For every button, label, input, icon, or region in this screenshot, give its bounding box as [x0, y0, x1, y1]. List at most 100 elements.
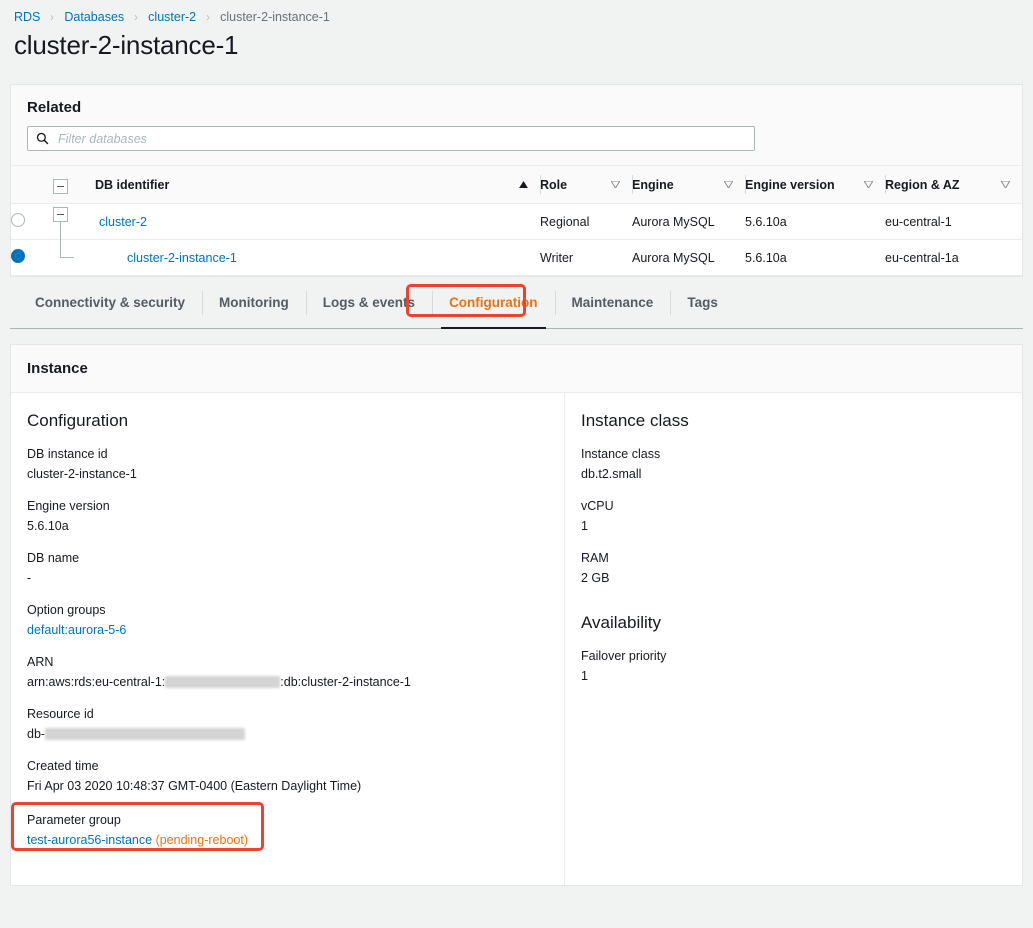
tab-connectivity-security[interactable]: Connectivity & security — [18, 288, 202, 318]
redacted-resource-id — [45, 728, 245, 740]
related-table: DB identifier Role — [11, 165, 1022, 276]
field-label: vCPU — [581, 499, 1006, 513]
breadcrumb-item-current: cluster-2-instance-1 — [220, 10, 330, 24]
field-label: Failover priority — [581, 649, 1006, 663]
field-value: 1 — [581, 519, 1006, 533]
field-value: test-aurora56-instance (pending-reboot) — [27, 833, 248, 847]
field-instance-class: Instance class db.t2.small — [581, 447, 1006, 481]
table-row[interactable]: cluster-2-instance-1 Writer Aurora MySQL… — [11, 240, 1022, 276]
th-engine-version[interactable]: Engine version — [745, 166, 885, 204]
field-label: Created time — [27, 759, 548, 773]
field-option-groups: Option groups default:aurora-5-6 — [27, 603, 548, 637]
breadcrumb-item-databases[interactable]: Databases — [64, 10, 124, 24]
row-tree-cell — [53, 240, 95, 276]
th-role[interactable]: Role — [540, 166, 632, 204]
sort-ascending-icon — [519, 181, 528, 188]
field-label: Engine version — [27, 499, 548, 513]
th-db-identifier-label: DB identifier — [95, 178, 169, 192]
sort-icon — [724, 181, 733, 188]
row-radio-selected[interactable] — [11, 249, 25, 263]
collapse-all-icon[interactable] — [53, 179, 68, 194]
related-heading: Related — [27, 99, 1006, 116]
field-value: cluster-2-instance-1 — [27, 467, 548, 481]
breadcrumb-item-rds[interactable]: RDS — [14, 10, 40, 24]
tab-configuration[interactable]: Configuration — [432, 288, 554, 318]
field-label: Option groups — [27, 603, 548, 617]
row-role: Regional — [540, 204, 632, 240]
field-value: 1 — [581, 669, 1006, 683]
field-label: RAM — [581, 551, 1006, 565]
configuration-section-title: Configuration — [27, 411, 548, 431]
field-label: Parameter group — [27, 813, 248, 827]
field-resource-id: Resource id db- — [27, 707, 548, 741]
row-region-az: eu-central-1a — [885, 240, 1022, 276]
row-radio-cell[interactable] — [11, 240, 53, 276]
db-identifier-link[interactable]: cluster-2 — [95, 215, 147, 229]
breadcrumb-separator-icon: › — [51, 10, 54, 24]
breadcrumb: RDS › Databases › cluster-2 › cluster-2-… — [0, 0, 1033, 26]
resource-id-prefix: db- — [27, 727, 45, 741]
field-value: 5.6.10a — [27, 519, 548, 533]
filter-row — [11, 126, 1022, 165]
parameter-group-status-badge: (pending-reboot) — [156, 833, 248, 847]
th-engine[interactable]: Engine — [632, 166, 745, 204]
db-identifier-link[interactable]: cluster-2-instance-1 — [95, 251, 237, 265]
tab-bar-wrapper: Connectivity & security Monitoring Logs … — [10, 277, 1023, 330]
field-label: DB name — [27, 551, 548, 565]
option-group-link[interactable]: default:aurora-5-6 — [27, 623, 126, 637]
instance-class-column: Instance class Instance class db.t2.smal… — [564, 393, 1022, 885]
th-region-az[interactable]: Region & AZ — [885, 166, 1022, 204]
tab-tags[interactable]: Tags — [670, 288, 735, 318]
row-engine-version: 5.6.10a — [745, 240, 885, 276]
field-label: Instance class — [581, 447, 1006, 461]
th-db-identifier[interactable]: DB identifier — [95, 166, 540, 204]
row-region-az: eu-central-1 — [885, 204, 1022, 240]
table-header-row: DB identifier Role — [11, 166, 1022, 204]
row-engine-version: 5.6.10a — [745, 204, 885, 240]
tab-bar: Connectivity & security Monitoring Logs … — [10, 277, 1023, 329]
th-role-label: Role — [540, 178, 567, 192]
sort-icon — [1001, 181, 1010, 188]
field-value: 2 GB — [581, 571, 1006, 585]
field-value: arn:aws:rds:eu-central-1::db:cluster-2-i… — [27, 675, 548, 689]
th-region-az-label: Region & AZ — [885, 178, 960, 192]
th-selection — [11, 166, 53, 204]
field-value: Fri Apr 03 2020 10:48:37 GMT-0400 (Easte… — [27, 779, 548, 793]
arn-suffix: :db:cluster-2-instance-1 — [280, 675, 411, 689]
th-tree-toggle[interactable] — [53, 166, 95, 204]
tab-maintenance[interactable]: Maintenance — [555, 288, 671, 318]
row-collapse-icon[interactable] — [53, 207, 68, 222]
related-panel: Related DB identifier — [10, 84, 1023, 277]
configuration-column: Configuration DB instance id cluster-2-i… — [11, 393, 564, 885]
row-engine: Aurora MySQL — [632, 204, 745, 240]
field-created-time: Created time Fri Apr 03 2020 10:48:37 GM… — [27, 759, 548, 793]
field-db-name: DB name - — [27, 551, 548, 585]
th-engine-version-label: Engine version — [745, 178, 835, 192]
tab-monitoring[interactable]: Monitoring — [202, 288, 306, 318]
tab-logs-events[interactable]: Logs & events — [306, 288, 432, 318]
table-row[interactable]: cluster-2 Regional Aurora MySQL 5.6.10a … — [11, 204, 1022, 240]
row-role: Writer — [540, 240, 632, 276]
parameter-group-link[interactable]: test-aurora56-instance — [27, 833, 152, 847]
search-box[interactable] — [27, 126, 755, 151]
breadcrumb-item-cluster-2[interactable]: cluster-2 — [148, 10, 196, 24]
field-label: ARN — [27, 655, 548, 669]
row-db-identifier-cell: cluster-2 — [95, 204, 540, 240]
sort-icon — [611, 181, 620, 188]
breadcrumb-separator-icon: › — [135, 10, 138, 24]
th-engine-label: Engine — [632, 178, 674, 192]
field-value: - — [27, 571, 548, 585]
instance-class-section-title: Instance class — [581, 411, 1006, 431]
field-label: Resource id — [27, 707, 548, 721]
field-parameter-group: Parameter group test-aurora56-instance (… — [27, 813, 248, 847]
row-radio-cell[interactable] — [11, 204, 53, 240]
field-value: db.t2.small — [581, 467, 1006, 481]
field-value: db- — [27, 727, 548, 741]
row-radio-unselected[interactable] — [11, 213, 25, 227]
row-db-identifier-cell: cluster-2-instance-1 — [95, 240, 540, 276]
breadcrumb-separator-icon: › — [207, 10, 210, 24]
search-input[interactable] — [56, 131, 746, 147]
tree-connector-elbow — [60, 222, 74, 258]
instance-heading: Instance — [27, 360, 1006, 377]
search-icon — [36, 132, 49, 145]
